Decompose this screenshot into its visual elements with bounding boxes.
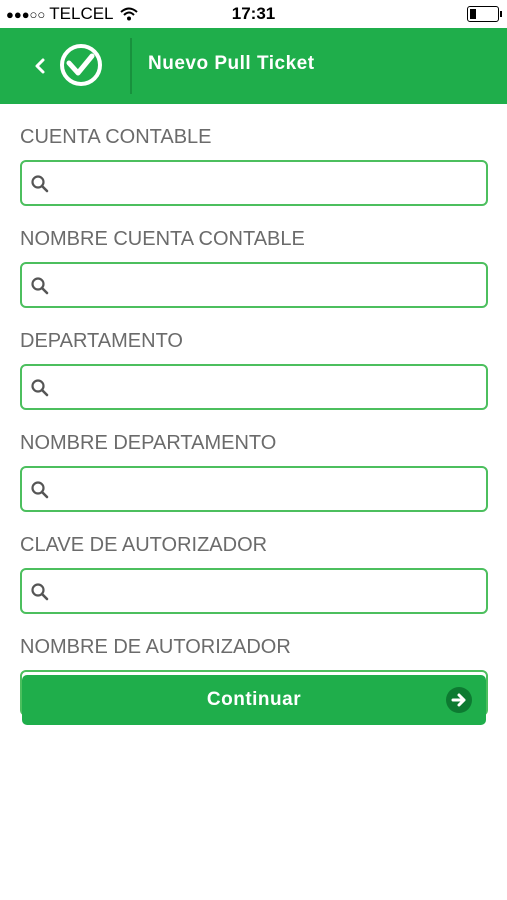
continue-button[interactable]: Continuar [22,675,486,725]
search-icon [31,583,49,601]
nombre-departamento-search[interactable] [20,466,488,512]
header-divider [130,38,132,94]
battery-icon [467,6,502,22]
search-icon [31,175,49,193]
field-label-nombre-departamento: NOMBRE DEPARTAMENTO [20,432,277,454]
cuenta-contable-search[interactable] [20,160,488,206]
app-logo-icon [60,44,102,86]
back-button[interactable] [24,48,56,84]
cuenta-contable-input[interactable] [56,168,480,200]
nombre-cuenta-contable-search[interactable] [20,262,488,308]
field-label-nombre-autorizador: NOMBRE DE AUTORIZADOR [20,636,291,658]
field-label-nombre-cuenta-contable: NOMBRE CUENTA CONTABLE [20,228,305,250]
nombre-cuenta-contable-input[interactable] [56,270,480,302]
app-header: Nuevo Pull Ticket [0,28,507,104]
departamento-input[interactable] [56,372,480,404]
clave-autorizador-input[interactable] [56,576,480,608]
chevron-left-icon [35,58,45,74]
filter-form: CUENTA CONTABLE NOMBRE CUENTA CONTABLE D… [20,104,488,716]
field-label-clave-autorizador: CLAVE DE AUTORIZADOR [20,534,268,556]
field-label-departamento: DEPARTAMENTO [20,330,183,352]
nombre-departamento-input[interactable] [56,474,480,506]
departamento-search[interactable] [20,364,488,410]
search-icon [31,379,49,397]
page-title: Nuevo Pull Ticket [148,53,315,74]
arrow-right-icon [446,687,472,713]
search-icon [31,481,49,499]
continue-button-label: Continuar [206,689,302,710]
search-icon [31,277,49,295]
field-label-cuenta-contable: CUENTA CONTABLE [20,126,212,148]
status-time: 17:31 [231,4,276,23]
status-bar: ●●●○○ TELCEL 17:31 [0,0,507,28]
clave-autorizador-search[interactable] [20,568,488,614]
